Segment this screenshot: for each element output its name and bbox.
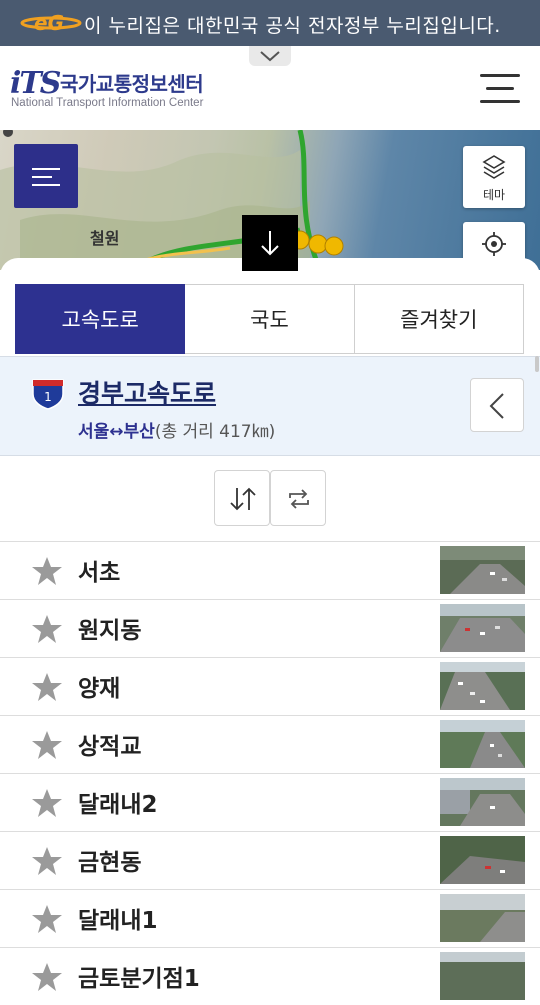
star-icon[interactable] (31, 903, 63, 935)
gov-banner-text: 이 누리집은 대한민국 공식 전자정부 누리집입니다. (84, 15, 501, 37)
gov-emblem-icon: eG (20, 11, 82, 35)
menu-line (32, 184, 60, 186)
cctv-thumbnail[interactable] (440, 836, 525, 884)
its-logo-mark: iTS (10, 66, 61, 101)
reverse-direction-button[interactable] (214, 470, 270, 526)
list-item[interactable]: 달래내1 (0, 889, 540, 947)
logo-title: 국가교통정보센터 (60, 72, 204, 96)
cctv-name: 금토분기점1 (78, 966, 200, 992)
star-icon[interactable] (31, 729, 63, 761)
chevron-left-icon (489, 393, 504, 419)
cctv-name: 달래내1 (78, 908, 158, 934)
cctv-thumbnail[interactable] (440, 952, 525, 1000)
map-menu-button[interactable] (14, 144, 78, 208)
map-theme-button[interactable]: 테마 (463, 146, 525, 208)
list-item[interactable]: 금현동 (0, 831, 540, 889)
tab-favorites[interactable]: 즐겨찾기 (354, 284, 524, 354)
main-menu-button[interactable] (480, 70, 522, 106)
road-type-tabs: 고속도로 국도 즐겨찾기 (15, 284, 524, 354)
swap-vertical-icon (230, 487, 256, 511)
svg-text:eG: eG (34, 11, 64, 35)
tab-expressway[interactable]: 고속도로 (15, 284, 186, 354)
hamburger-line (486, 87, 514, 90)
cctv-thumbnail[interactable] (440, 604, 525, 652)
list-item[interactable]: 양재 (0, 657, 540, 715)
svg-text:1: 1 (44, 390, 52, 404)
cctv-name: 달래내2 (78, 792, 158, 818)
banner-toggle-button[interactable] (249, 46, 291, 66)
tab-national-road[interactable]: 국도 (185, 284, 355, 354)
route-name[interactable]: 경부고속도로 (78, 374, 216, 410)
cctv-name: 양재 (78, 676, 121, 702)
route-endpoints: 서울↔부산 (78, 422, 155, 442)
refresh-icon (289, 489, 309, 509)
cctv-name: 서초 (78, 560, 121, 586)
cctv-name: 금현동 (78, 850, 142, 876)
cctv-thumbnail[interactable] (440, 662, 525, 710)
cctv-thumbnail[interactable] (440, 894, 525, 942)
layers-icon (482, 155, 506, 179)
chevron-down-icon (260, 51, 280, 62)
hamburger-line (480, 100, 520, 103)
star-icon[interactable] (31, 845, 63, 877)
gov-banner: eG 이 누리집은 대한민국 공식 전자정부 누리집입니다. (0, 0, 540, 46)
cctv-thumbnail[interactable] (440, 778, 525, 826)
highway-shield-icon: 1 (32, 379, 64, 410)
collapse-panel-button[interactable] (242, 215, 298, 271)
menu-line (32, 168, 60, 170)
route-distance: (총 거리 417㎞) (154, 422, 276, 442)
menu-line (32, 176, 52, 178)
locate-icon (482, 232, 506, 256)
list-item[interactable]: 서초 (0, 541, 540, 599)
star-icon[interactable] (31, 671, 63, 703)
star-icon[interactable] (31, 787, 63, 819)
list-item[interactable]: 금토분기점1 (0, 947, 540, 1005)
panel-scrollbar[interactable] (535, 356, 539, 372)
hamburger-line (480, 74, 520, 77)
list-item[interactable]: 원지동 (0, 599, 540, 657)
list-item[interactable]: 상적교 (0, 715, 540, 773)
list-item[interactable]: 달래내2 (0, 773, 540, 831)
theme-button-label: 테마 (482, 188, 506, 202)
cctv-name: 상적교 (78, 734, 142, 760)
route-description: 서울↔부산(총 거리 417㎞) (78, 417, 275, 442)
refresh-button[interactable] (270, 470, 326, 526)
cctv-name: 원지동 (78, 618, 142, 644)
cctv-thumbnail[interactable] (440, 546, 525, 594)
map-place-label: 철원 (90, 229, 120, 248)
logo-subtitle: National Transport Information Center (11, 97, 204, 109)
back-button[interactable] (470, 378, 524, 432)
cctv-thumbnail[interactable] (440, 720, 525, 768)
star-icon[interactable] (31, 555, 63, 587)
star-icon[interactable] (31, 613, 63, 645)
arrow-down-icon (261, 231, 279, 256)
